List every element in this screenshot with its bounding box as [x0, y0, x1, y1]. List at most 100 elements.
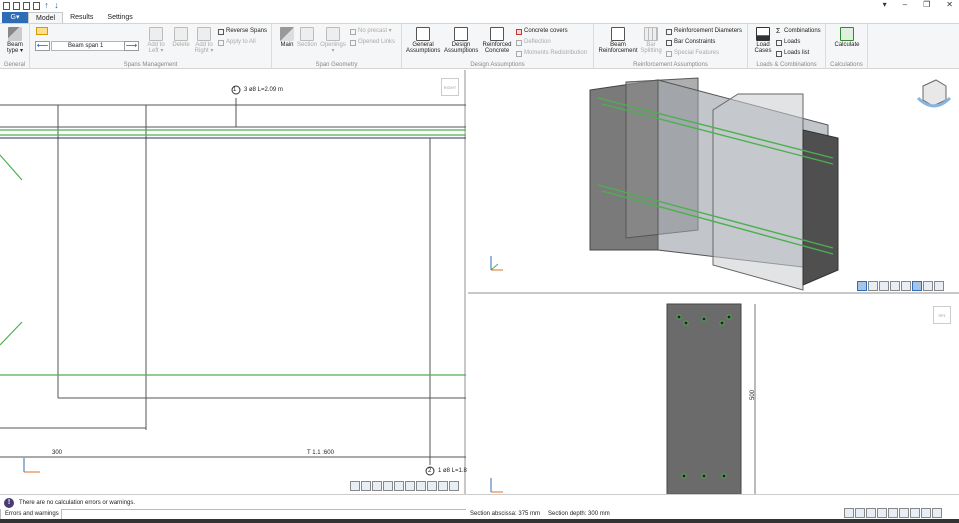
- group-spans: ⟵ Beam span 1 ▾ ⟶ Add to Left ▾ Delete A…: [30, 24, 272, 69]
- new-file-icon[interactable]: [13, 1, 20, 10]
- section-button[interactable]: Section: [296, 27, 318, 48]
- calculate-check-icon: [840, 27, 854, 41]
- bar-splitting-button[interactable]: Bar Splitting: [640, 27, 662, 54]
- deflection-button[interactable]: Deflection: [516, 39, 551, 46]
- rebar-mark-2-number: 2: [428, 468, 432, 474]
- zoom-fit-icon[interactable]: [890, 281, 900, 291]
- loads-list-button[interactable]: Loads list: [776, 50, 809, 57]
- apply-icon: [218, 39, 224, 46]
- design-icon: [454, 27, 468, 41]
- reinforcement-icon: [611, 27, 625, 41]
- export-icon[interactable]: [855, 508, 865, 518]
- elevation-view[interactable]: 1 3 ø8 L=2.09 m 2 1 ø8 L=1.8 300 T 1.1 :…: [0, 70, 467, 494]
- apply-all-button[interactable]: Apply to All: [218, 39, 256, 46]
- load-cases-button[interactable]: Load Cases: [751, 27, 775, 54]
- rebar-display-icon[interactable]: [888, 508, 898, 518]
- beam-type-icon: [8, 27, 22, 41]
- open-file-icon[interactable]: [23, 1, 30, 10]
- zoom-fit-icon[interactable]: [866, 508, 876, 518]
- section-toolbar: [844, 508, 942, 518]
- reinforcement-diameters-button[interactable]: Reinforcement Diameters: [666, 28, 742, 35]
- bent-rebar-top: [0, 154, 23, 181]
- export-icon[interactable]: [361, 481, 371, 491]
- save-icon[interactable]: [33, 1, 40, 10]
- rebar-display-icon[interactable]: [923, 281, 933, 291]
- combinations-button[interactable]: Σ Combinations: [776, 28, 821, 35]
- section-view[interactable]: 500 200 SP1: [468, 296, 959, 505]
- taskbar-edge: [0, 519, 959, 523]
- print-icon[interactable]: [868, 281, 878, 291]
- moments-redistribution-button[interactable]: Moments Redistribution: [516, 50, 587, 57]
- beam-type-button[interactable]: Beam type ▾: [3, 27, 27, 54]
- section-icon: [300, 27, 314, 41]
- rebar-display-icon[interactable]: [394, 481, 404, 491]
- bar-constraints-button[interactable]: Bar Constraints: [666, 39, 715, 46]
- 3d-toolbar: [857, 281, 944, 291]
- download-icon[interactable]: ↓: [53, 0, 60, 10]
- dimension-icon[interactable]: [405, 481, 415, 491]
- span-highlight-icon[interactable]: [36, 27, 48, 35]
- calculate-button[interactable]: Calculate: [830, 27, 864, 48]
- diameters-icon: [666, 28, 672, 35]
- ribbon-tab-bar: G▾ Model Results Settings: [0, 11, 959, 23]
- app-icon: [3, 1, 10, 10]
- settings-icon[interactable]: [438, 481, 448, 491]
- annotation-icon[interactable]: [416, 481, 426, 491]
- design-assumptions-button[interactable]: Design Assumptions: [444, 27, 478, 54]
- delete-span-button[interactable]: Delete: [169, 27, 193, 48]
- view-cube-icon[interactable]: [916, 79, 952, 108]
- zoom-fit-icon[interactable]: [372, 481, 382, 491]
- reinforced-concrete-button[interactable]: Reinforced Concrete: [480, 27, 514, 54]
- reverse-spans-button[interactable]: Reverse Spans: [218, 28, 267, 35]
- opened-links-button[interactable]: Opened Links: [350, 39, 395, 46]
- file-menu-button[interactable]: G▾: [2, 12, 28, 23]
- settings-icon[interactable]: [921, 508, 931, 518]
- print-icon[interactable]: [350, 481, 360, 491]
- zoom-window-icon[interactable]: [901, 281, 911, 291]
- add-left-button[interactable]: Add to Left ▾: [144, 27, 168, 54]
- loads-button[interactable]: Loads: [776, 39, 800, 46]
- no-precast-dropdown[interactable]: No precast ▾: [350, 28, 392, 35]
- dimension-icon[interactable]: [899, 508, 909, 518]
- section-thumbnail[interactable]: SP1: [933, 306, 951, 324]
- scissors-icon[interactable]: [857, 281, 867, 291]
- info-icon: !: [4, 498, 14, 508]
- close-button[interactable]: ✕: [946, 0, 953, 9]
- list-icon: [776, 50, 782, 57]
- expand-icon[interactable]: [932, 508, 942, 518]
- general-assumptions-button[interactable]: General Assumptions: [406, 27, 440, 54]
- splitting-icon: [644, 27, 658, 41]
- concrete-covers-button[interactable]: Concrete covers: [516, 28, 568, 35]
- export-icon[interactable]: [879, 281, 889, 291]
- precast-icon: [350, 28, 356, 35]
- tab-divider: [62, 509, 466, 510]
- section-abscissa: Section abscissa: 375 mm: [470, 511, 541, 517]
- group-span-geometry: Main Section Openings ▾ No precast ▾ Ope…: [272, 24, 402, 69]
- beam-reinforcement-button[interactable]: Beam Reinforcement: [598, 27, 638, 54]
- print-icon[interactable]: [844, 508, 854, 518]
- window-menu-icon[interactable]: ▾: [883, 0, 887, 9]
- zoom-window-icon[interactable]: [877, 508, 887, 518]
- view-thumbnail[interactable]: RIGHT: [441, 78, 459, 96]
- openings-icon: [326, 27, 340, 41]
- tab-model[interactable]: Model: [28, 12, 64, 23]
- previous-span-button[interactable]: ⟵: [35, 41, 50, 51]
- zoom-window-icon[interactable]: [383, 481, 393, 491]
- openings-button[interactable]: Openings ▾: [320, 27, 346, 54]
- upload-icon[interactable]: ↑: [43, 0, 50, 10]
- section-cut-icon[interactable]: [427, 481, 437, 491]
- minimize-button[interactable]: –: [903, 0, 907, 9]
- annotation-icon[interactable]: [910, 508, 920, 518]
- main-geometry-button[interactable]: Main: [276, 27, 298, 48]
- expand-icon[interactable]: [449, 481, 459, 491]
- 3d-view[interactable]: [468, 70, 959, 294]
- special-features-button[interactable]: Special Features: [666, 50, 719, 57]
- axis-gizmo-3d: [490, 256, 503, 271]
- next-span-button[interactable]: ⟶: [124, 41, 139, 51]
- settings-icon[interactable]: [934, 281, 944, 291]
- tab-results[interactable]: Results: [63, 12, 100, 23]
- add-right-button[interactable]: Add to Right ▾: [192, 27, 216, 54]
- render-mode-icon[interactable]: [912, 281, 922, 291]
- tab-settings[interactable]: Settings: [100, 12, 139, 23]
- maximize-button[interactable]: ❐: [923, 0, 930, 9]
